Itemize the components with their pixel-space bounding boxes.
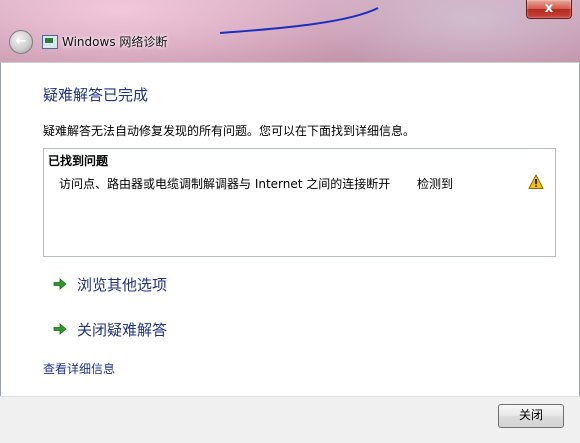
close-troubleshooter-label[interactable]: 关闭疑难解答 [77,319,167,340]
browse-options-label[interactable]: 浏览其他选项 [77,274,167,295]
browse-options-link[interactable]: 浏览其他选项 [52,272,167,296]
window-close-button[interactable]: x [526,0,572,19]
problems-header: 已找到问题 [48,154,109,168]
close-troubleshooter-link[interactable]: 关闭疑难解答 [52,317,167,341]
view-details-link[interactable]: 查看详细信息 [43,360,115,377]
green-arrow-icon [53,323,67,335]
problems-list: 已找到问题 访问点、路由器或电缆调制解调器与 Internet 之间的连接断开 … [43,148,556,257]
page-heading: 疑难解答已完成 [43,86,149,104]
problem-description[interactable]: 访问点、路由器或电缆调制解调器与 Internet 之间的连接断开 [59,175,390,192]
network-diagnostics-icon [42,35,58,49]
green-arrow-icon [53,278,67,290]
problem-status: 检测到 [417,177,454,191]
close-button[interactable]: 关闭 [498,404,564,428]
footer-bar [0,396,580,443]
title-bar: x ← Windows 网络诊断 [0,0,580,62]
warning-icon [528,174,544,189]
back-button[interactable]: ← [9,30,33,54]
window-title: Windows 网络诊断 [62,35,168,49]
description-text: 疑难解答无法自动修复发现的所有问题。您可以在下面找到详细信息。 [43,124,416,138]
